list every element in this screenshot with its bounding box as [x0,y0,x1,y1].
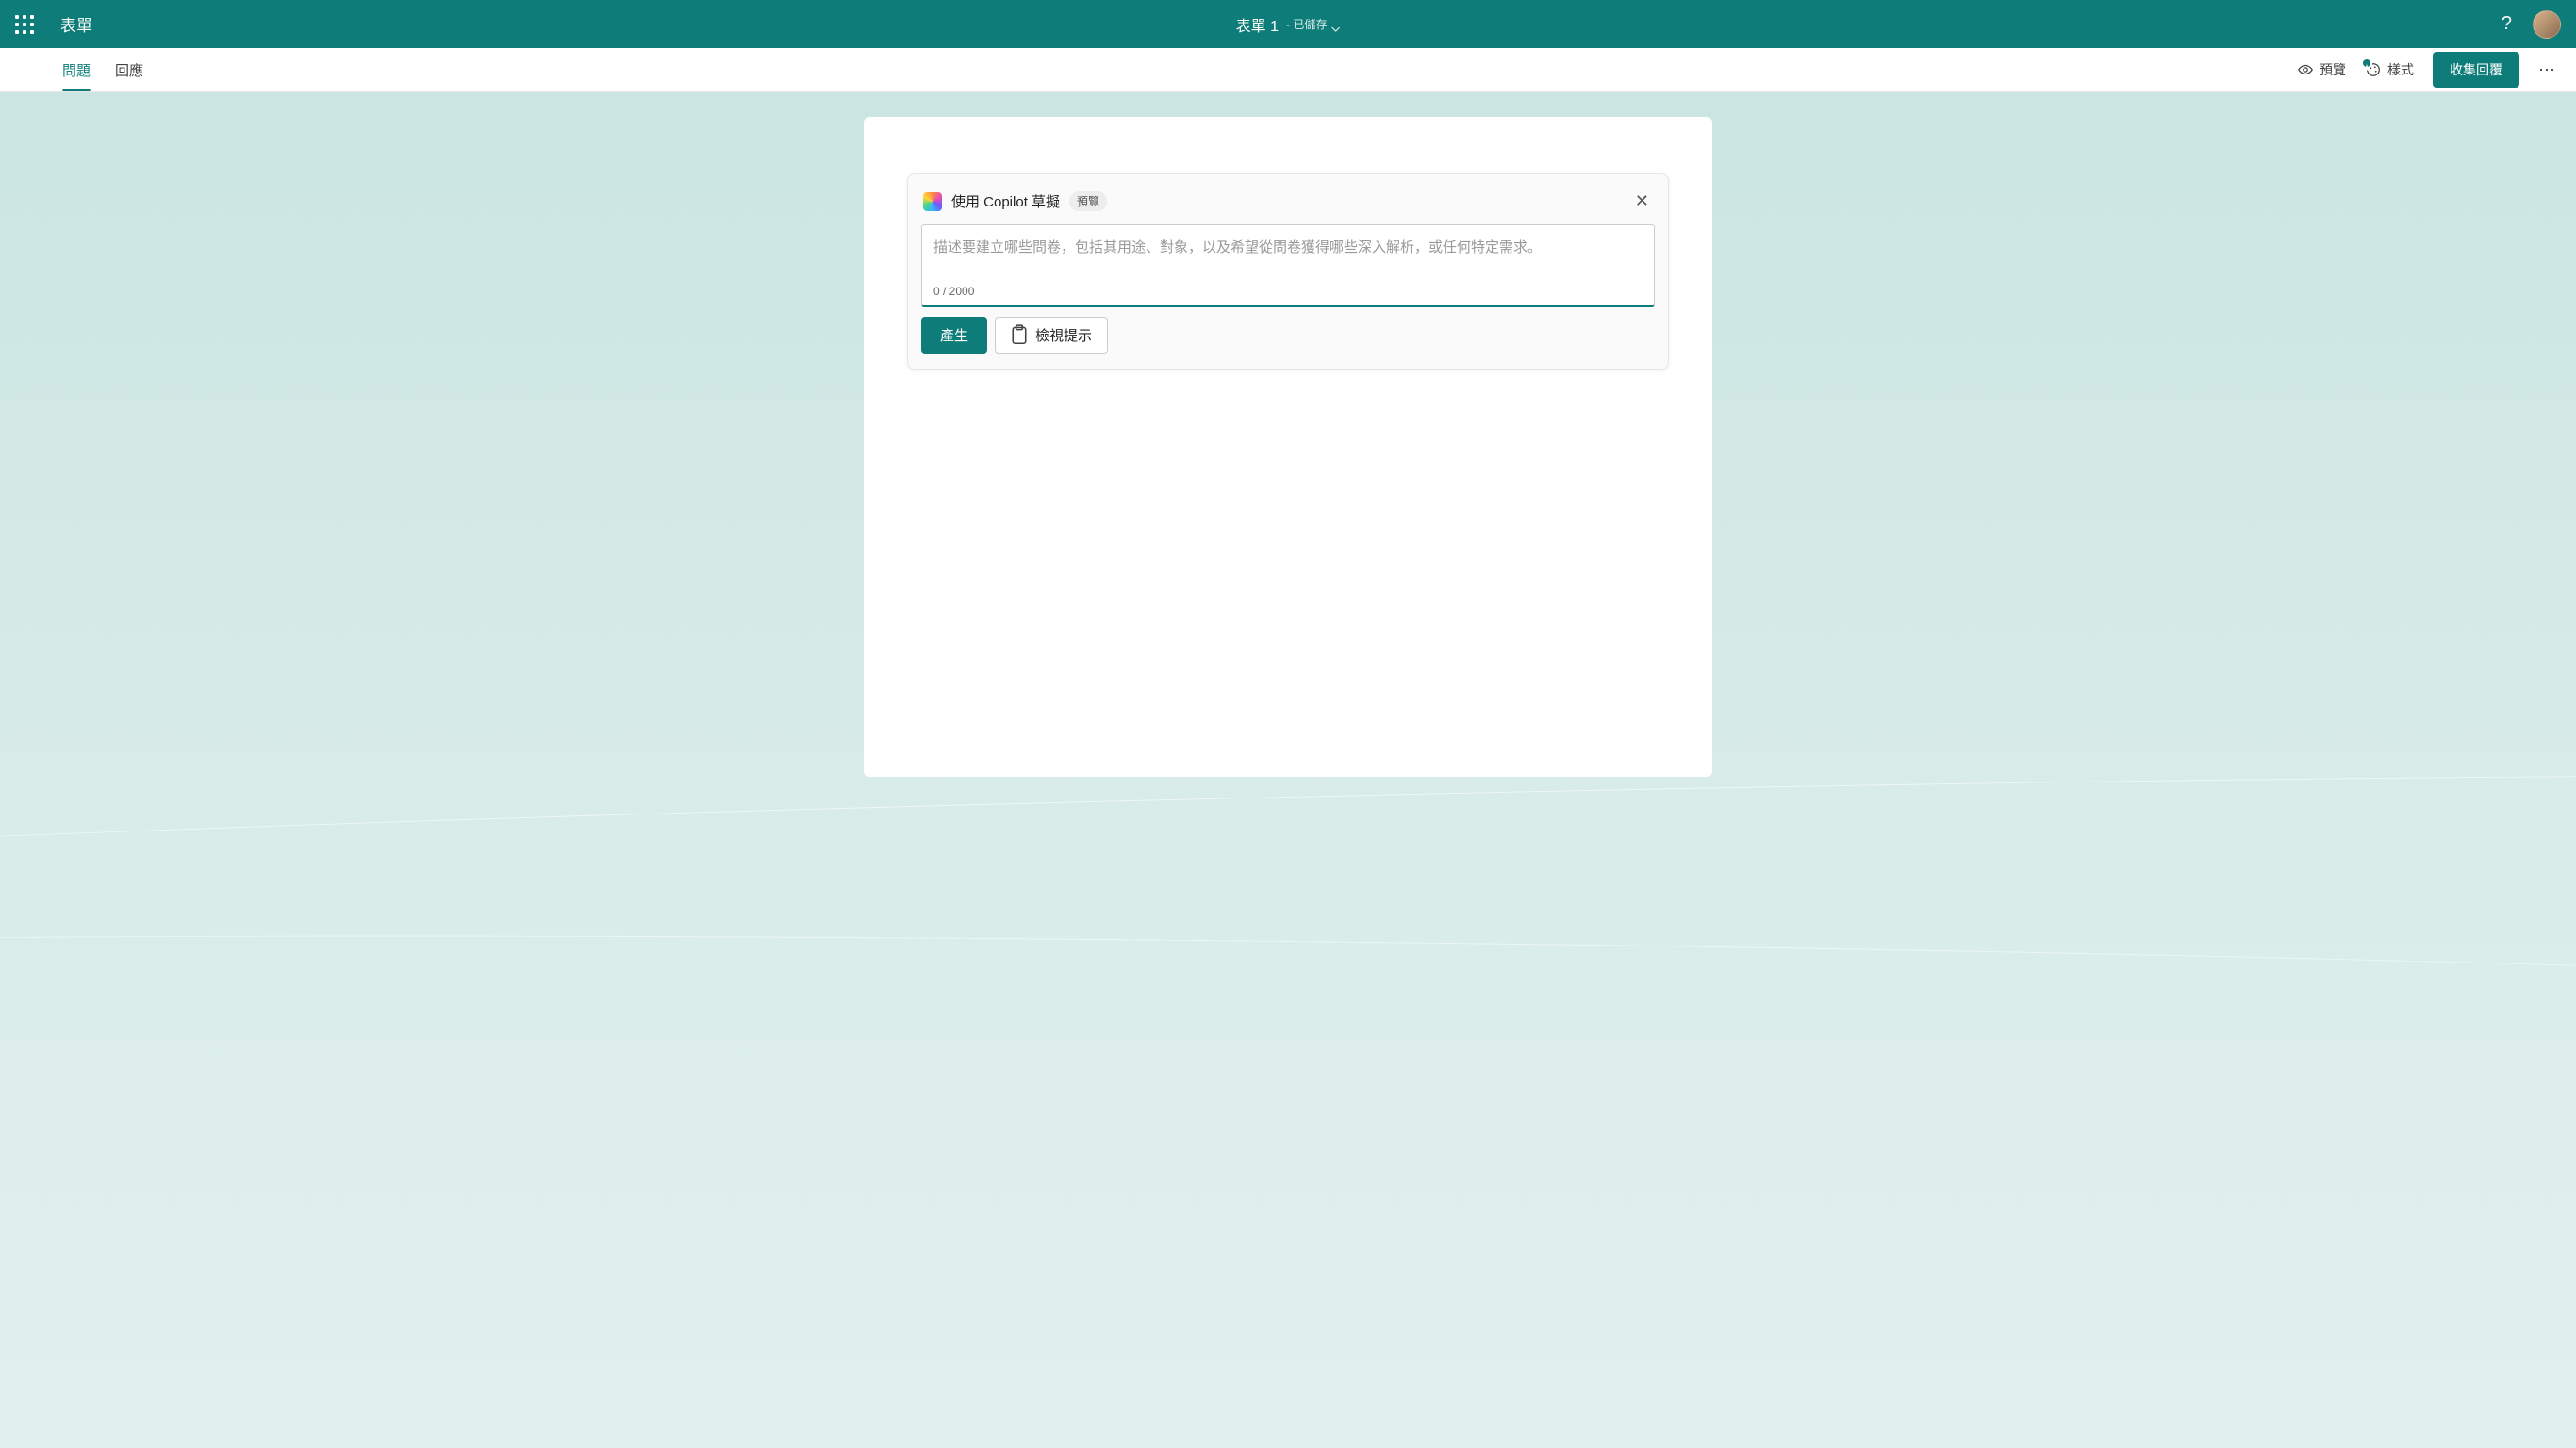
more-icon[interactable]: ⋯ [2538,60,2557,80]
tab-questions[interactable]: 問題 [62,49,91,91]
copilot-prompt-input[interactable] [933,237,1643,261]
preview-badge: 預覽 [1069,191,1107,211]
palette-icon [2365,61,2382,78]
chevron-down-icon [1330,22,1340,27]
style-button[interactable]: 樣式 [2365,60,2414,79]
saved-status: - 已儲存 [1286,16,1340,32]
generate-button[interactable]: 產生 [921,317,987,354]
app-name[interactable]: 表單 [60,12,92,36]
app-launcher-icon[interactable] [15,15,34,34]
document-title-group[interactable]: 表單 1 - 已儲存 [1236,13,1341,36]
copilot-card: 使用 Copilot 草擬 預覽 ✕ 0 / 2000 產生 檢視提示 [907,173,1669,370]
char-count: 0 / 2000 [933,285,1643,298]
style-label: 樣式 [2387,60,2414,79]
clipboard-icon [1011,327,1028,344]
command-bar: 問題 回應 預覽 樣式 收集回覆 ⋯ [0,48,2576,92]
view-prompt-label: 檢視提示 [1035,325,1092,345]
collect-responses-button[interactable]: 收集回覆 [2433,52,2519,88]
close-icon[interactable]: ✕ [1631,188,1653,215]
view-prompt-button[interactable]: 檢視提示 [995,317,1108,354]
form-canvas: 使用 Copilot 草擬 預覽 ✕ 0 / 2000 產生 檢視提示 [864,117,1712,777]
document-title: 表單 1 [1236,13,1279,36]
copilot-title: 使用 Copilot 草擬 [951,191,1060,211]
copilot-prompt-box: 0 / 2000 [921,224,1655,307]
eye-icon [2297,61,2314,78]
preview-button[interactable]: 預覽 [2297,60,2346,79]
help-icon[interactable]: ? [2502,13,2512,35]
user-avatar[interactable] [2533,10,2561,39]
preview-label: 預覽 [2320,60,2346,79]
copilot-logo-icon [923,192,942,211]
top-bar: 表單 表單 1 - 已儲存 ? [0,0,2576,48]
tab-responses[interactable]: 回應 [115,49,143,91]
